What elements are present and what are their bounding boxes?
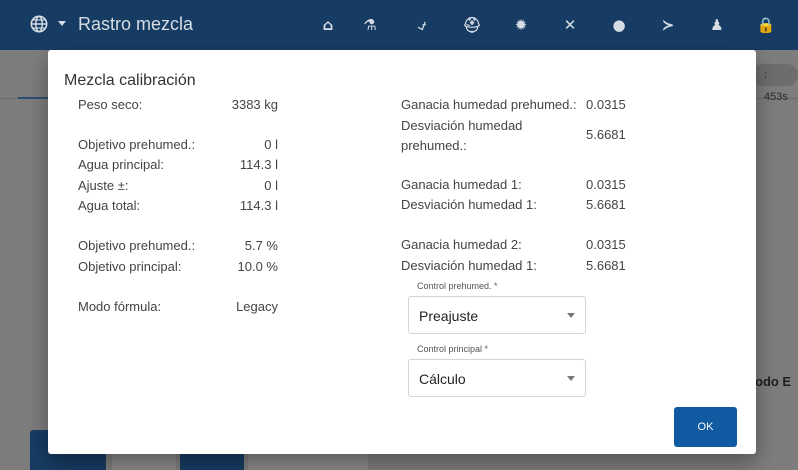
ganancia-1-label: Ganacia humedad 1: xyxy=(401,177,522,192)
app-title[interactable]: Rastro mezcla xyxy=(78,14,193,35)
tools-icon[interactable]: ✕ xyxy=(558,14,582,36)
control-principal-value: Cálculo xyxy=(419,371,466,387)
peso-seco-value: 3383 kg xyxy=(231,97,278,112)
desviacion-prehumed-value: 5.6681 xyxy=(586,127,626,142)
objetivo-prehumed-pct-label: Objetivo prehumed.: xyxy=(78,238,196,253)
calibration-dialog: Mezcla calibración Peso seco: 3383 kg Ob… xyxy=(48,50,756,454)
peso-seco-label: Peso seco: xyxy=(78,97,143,112)
objetivo-prehumed-litros-label: Objetivo prehumed.: xyxy=(78,137,196,152)
background-status-chip: : 453s xyxy=(752,64,798,103)
flask-icon[interactable]: ⚗ xyxy=(358,14,382,36)
chevron-down-icon[interactable] xyxy=(58,21,66,26)
desviacion-1b-value: 5.6681 xyxy=(586,258,626,273)
objetivo-prehumed-litros-value: 0 l xyxy=(264,137,278,152)
modo-formula-label: Modo fórmula: xyxy=(78,299,162,314)
ambulance-icon[interactable]: ⛑ xyxy=(460,14,484,36)
desviacion-1b-label: Desviación humedad 1: xyxy=(401,258,537,273)
gear-icon[interactable]: ✹ xyxy=(509,14,533,36)
agua-total-value: 114.3 l xyxy=(239,198,278,213)
ganancia-2-label: Ganacia humedad 2: xyxy=(401,237,522,252)
objetivo-prehumed-pct-value: 5.7 % xyxy=(244,238,278,253)
control-principal-label: Control principal * xyxy=(417,344,489,354)
modo-formula-value: Legacy xyxy=(236,299,278,314)
control-prehumed-value: Preajuste xyxy=(419,308,479,324)
agua-total-label: Agua total: xyxy=(78,198,141,213)
ganancia-2-value: 0.0315 xyxy=(586,237,626,252)
chevron-down-icon xyxy=(567,376,575,381)
ajuste-value: 0 l xyxy=(264,178,278,193)
home-icon[interactable]: ⌂ xyxy=(316,14,340,36)
ok-button[interactable]: OK xyxy=(674,407,737,447)
ganancia-prehumed-label: Ganacia humedad prehumed.: xyxy=(401,97,577,112)
lock-icon[interactable]: 🔒 xyxy=(754,14,778,36)
desviacion-prehumed-label-line2: prehumed.: xyxy=(401,138,467,153)
ganancia-prehumed-value: 0.0315 xyxy=(586,97,626,112)
globe-icon[interactable] xyxy=(30,15,48,33)
objetivo-principal-label: Objetivo principal: xyxy=(78,259,182,274)
desviacion-1-value: 5.6681 xyxy=(586,197,626,212)
agua-principal-value: 114.3 l xyxy=(239,157,278,172)
chevron-down-icon xyxy=(567,313,575,318)
desviacion-1-label: Desviación humedad 1: xyxy=(401,197,537,212)
dialog-title: Mezcla calibración xyxy=(64,72,196,89)
terminal-icon[interactable]: ≻ xyxy=(656,14,680,36)
app-bar: Rastro mezcla ⌂ ⚗ ⍻ ⛑ ✹ ✕ ● ≻ ♟ 🔒 xyxy=(0,0,798,50)
control-prehumed-label: Control prehumed. * xyxy=(417,281,498,291)
user-icon[interactable]: ♟ xyxy=(705,14,729,36)
agua-principal-label: Agua principal: xyxy=(78,157,164,172)
control-prehumed-select[interactable]: Control prehumed. * Preajuste xyxy=(408,281,586,334)
ajuste-label: Ajuste ±: xyxy=(78,178,129,193)
desviacion-prehumed-label-line1: Desviación humedad xyxy=(401,118,523,133)
chart-icon[interactable]: ⍻ xyxy=(410,14,434,36)
ganancia-1-value: 0.0315 xyxy=(586,177,626,192)
toggle-icon[interactable]: ● xyxy=(607,14,631,36)
objetivo-principal-value: 10.0 % xyxy=(237,259,278,274)
control-principal-select[interactable]: Control principal * Cálculo xyxy=(408,344,586,397)
background-side-text: odo E xyxy=(755,374,792,389)
